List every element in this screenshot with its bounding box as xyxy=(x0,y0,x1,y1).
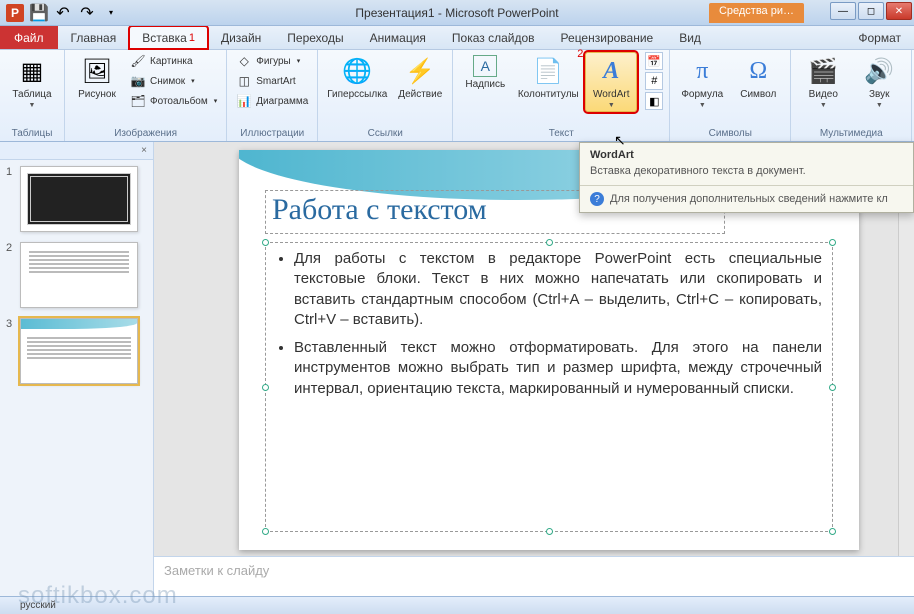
tooltip-body: Вставка декоративного текста в документ. xyxy=(580,163,913,185)
tab-format[interactable]: Формат xyxy=(845,26,914,49)
action-icon: ⚡ xyxy=(404,55,436,87)
ribbon-tabs: Файл Главная Вставка1 Дизайн Переходы Ан… xyxy=(0,26,914,50)
save-icon[interactable]: 💾 xyxy=(28,2,50,24)
window-controls: — ◻ ✕ xyxy=(830,2,912,20)
close-button[interactable]: ✕ xyxy=(886,2,912,20)
clipart-icon: 🖌 xyxy=(130,53,146,69)
datetime-icon[interactable]: 📅 xyxy=(645,52,663,70)
wordart-icon: A xyxy=(595,55,627,87)
smartart-button[interactable]: ◫SmartArt xyxy=(233,72,311,90)
slide-thumbnail-1[interactable] xyxy=(20,166,138,232)
globe-icon: 🌐 xyxy=(341,55,373,87)
action-button[interactable]: ⚡ Действие xyxy=(394,52,446,103)
hyperlink-button[interactable]: 🌐 Гиперссылка xyxy=(324,52,390,103)
bullet-1: Для работы с текстом в редакторе PowerPo… xyxy=(294,249,822,330)
app-icon[interactable]: P xyxy=(4,2,26,24)
titlebar: P 💾 ↶ ↷ ▾ Презентация1 - Microsoft Power… xyxy=(0,0,914,26)
wordart-tooltip: WordArt Вставка декоративного текста в д… xyxy=(579,142,914,213)
group-images: 🖼 Рисунок 🖌Картинка 📷Снимок▾ 🗂Фотоальбом… xyxy=(65,50,227,141)
group-text: A Надпись 📄 Колонтитулы 2 A WordArt ▼ 📅 … xyxy=(453,50,670,141)
chevron-down-icon: ▼ xyxy=(820,102,827,109)
picture-button[interactable]: 🖼 Рисунок xyxy=(71,52,123,103)
video-icon: 🎬 xyxy=(807,55,839,87)
maximize-button[interactable]: ◻ xyxy=(858,2,884,20)
screenshot-button[interactable]: 📷Снимок▾ xyxy=(127,72,220,90)
album-icon: 🗂 xyxy=(130,93,146,109)
tooltip-footer: ? Для получения дополнительных сведений … xyxy=(580,185,913,212)
tab-transitions[interactable]: Переходы xyxy=(274,26,356,49)
slide-thumbnail-3[interactable]: Работа с текстом xyxy=(20,318,138,384)
ribbon: ▦ Таблица ▼ Таблицы 🖼 Рисунок 🖌Картинка … xyxy=(0,50,914,142)
help-icon: ? xyxy=(590,192,604,206)
window-title: Презентация1 - Microsoft PowerPoint xyxy=(355,6,558,20)
table-button[interactable]: ▦ Таблица ▼ xyxy=(6,52,58,112)
smartart-icon: ◫ xyxy=(236,73,252,89)
thumbnail-row-3[interactable]: 3 Работа с текстом xyxy=(0,312,153,388)
picture-icon: 🖼 xyxy=(81,55,113,87)
chevron-down-icon: ▼ xyxy=(608,102,615,109)
tab-review[interactable]: Рецензирование xyxy=(548,26,667,49)
textbox-button[interactable]: A Надпись xyxy=(459,52,511,93)
table-icon: ▦ xyxy=(16,55,48,87)
chevron-down-icon: ▼ xyxy=(699,102,706,109)
tab-view[interactable]: Вид xyxy=(666,26,714,49)
undo-icon[interactable]: ↶ xyxy=(52,2,74,24)
tab-slideshow[interactable]: Показ слайдов xyxy=(439,26,548,49)
file-tab[interactable]: Файл xyxy=(0,26,58,49)
tab-animations[interactable]: Анимация xyxy=(357,26,439,49)
tab-home[interactable]: Главная xyxy=(58,26,130,49)
screenshot-icon: 📷 xyxy=(130,73,146,89)
group-media: 🎬 Видео ▼ 🔊 Звук ▼ Мультимедиа xyxy=(791,50,912,141)
minimize-button[interactable]: — xyxy=(830,2,856,20)
thumbnail-row-1[interactable]: 1 xyxy=(0,160,153,236)
bullet-2: Вставленный текст можно отформатировать.… xyxy=(294,338,822,399)
pi-icon: π xyxy=(686,55,718,87)
shapes-button[interactable]: ◇Фигуры▾ xyxy=(233,52,311,70)
chevron-down-icon: ▼ xyxy=(876,102,883,109)
chevron-down-icon: ▼ xyxy=(29,102,36,109)
notes-placeholder: Заметки к слайду xyxy=(164,563,269,578)
tab-design[interactable]: Дизайн xyxy=(208,26,274,49)
body-textbox[interactable]: Для работы с текстом в редакторе PowerPo… xyxy=(265,242,833,532)
headerfooter-button[interactable]: 📄 Колонтитулы xyxy=(515,52,581,103)
slidenumber-icon[interactable]: # xyxy=(645,72,663,90)
group-symbols: π Формула ▼ Ω Символ Символы xyxy=(670,50,791,141)
highlight-1: 1 xyxy=(189,32,195,44)
group-tables: ▦ Таблица ▼ Таблицы xyxy=(0,50,65,141)
status-language[interactable]: русский xyxy=(20,600,56,611)
omega-icon: Ω xyxy=(742,55,774,87)
equation-button[interactable]: π Формула ▼ xyxy=(676,52,728,112)
slide-thumbnail-2[interactable] xyxy=(20,242,138,308)
headerfooter-icon: 📄 xyxy=(532,55,564,87)
chart-button[interactable]: 📊Диаграмма xyxy=(233,92,311,110)
symbol-button[interactable]: Ω Символ xyxy=(732,52,784,103)
tab-insert[interactable]: Вставка1 xyxy=(129,26,208,49)
textbox-icon: A xyxy=(473,55,497,77)
group-links: 🌐 Гиперссылка ⚡ Действие Ссылки xyxy=(318,50,453,141)
audio-button[interactable]: 🔊 Звук ▼ xyxy=(853,52,905,112)
statusbar: русский xyxy=(0,596,914,614)
notes-splitter[interactable] xyxy=(154,554,914,558)
redo-icon[interactable]: ↷ xyxy=(76,2,98,24)
wordart-button[interactable]: A WordArt ▼ xyxy=(585,52,637,112)
video-button[interactable]: 🎬 Видео ▼ xyxy=(797,52,849,112)
quick-access-toolbar: P 💾 ↶ ↷ ▾ xyxy=(0,2,122,24)
photoalbum-button[interactable]: 🗂Фотоальбом▾ xyxy=(127,92,220,110)
chart-icon: 📊 xyxy=(236,93,252,109)
thumbnail-panel-header[interactable]: × xyxy=(0,142,153,160)
object-icon[interactable]: ◧ xyxy=(645,92,663,110)
qat-dropdown-icon[interactable]: ▾ xyxy=(100,2,122,24)
thumbnail-row-2[interactable]: 2 xyxy=(0,236,153,312)
shapes-icon: ◇ xyxy=(236,53,252,69)
clipart-button[interactable]: 🖌Картинка xyxy=(127,52,220,70)
text-extras: 📅 # ◧ xyxy=(645,52,663,110)
tooltip-title: WordArt xyxy=(580,143,913,163)
highlight-2: 2 xyxy=(577,48,583,60)
speaker-icon: 🔊 xyxy=(863,55,895,87)
slide-thumbnail-panel: × 1 2 3 Работа с текстом xyxy=(0,142,154,596)
notes-pane[interactable]: Заметки к слайду xyxy=(154,556,914,596)
group-illustrations: ◇Фигуры▾ ◫SmartArt 📊Диаграмма Иллюстраци… xyxy=(227,50,318,141)
contextual-tab[interactable]: Средства ри… xyxy=(709,3,804,23)
